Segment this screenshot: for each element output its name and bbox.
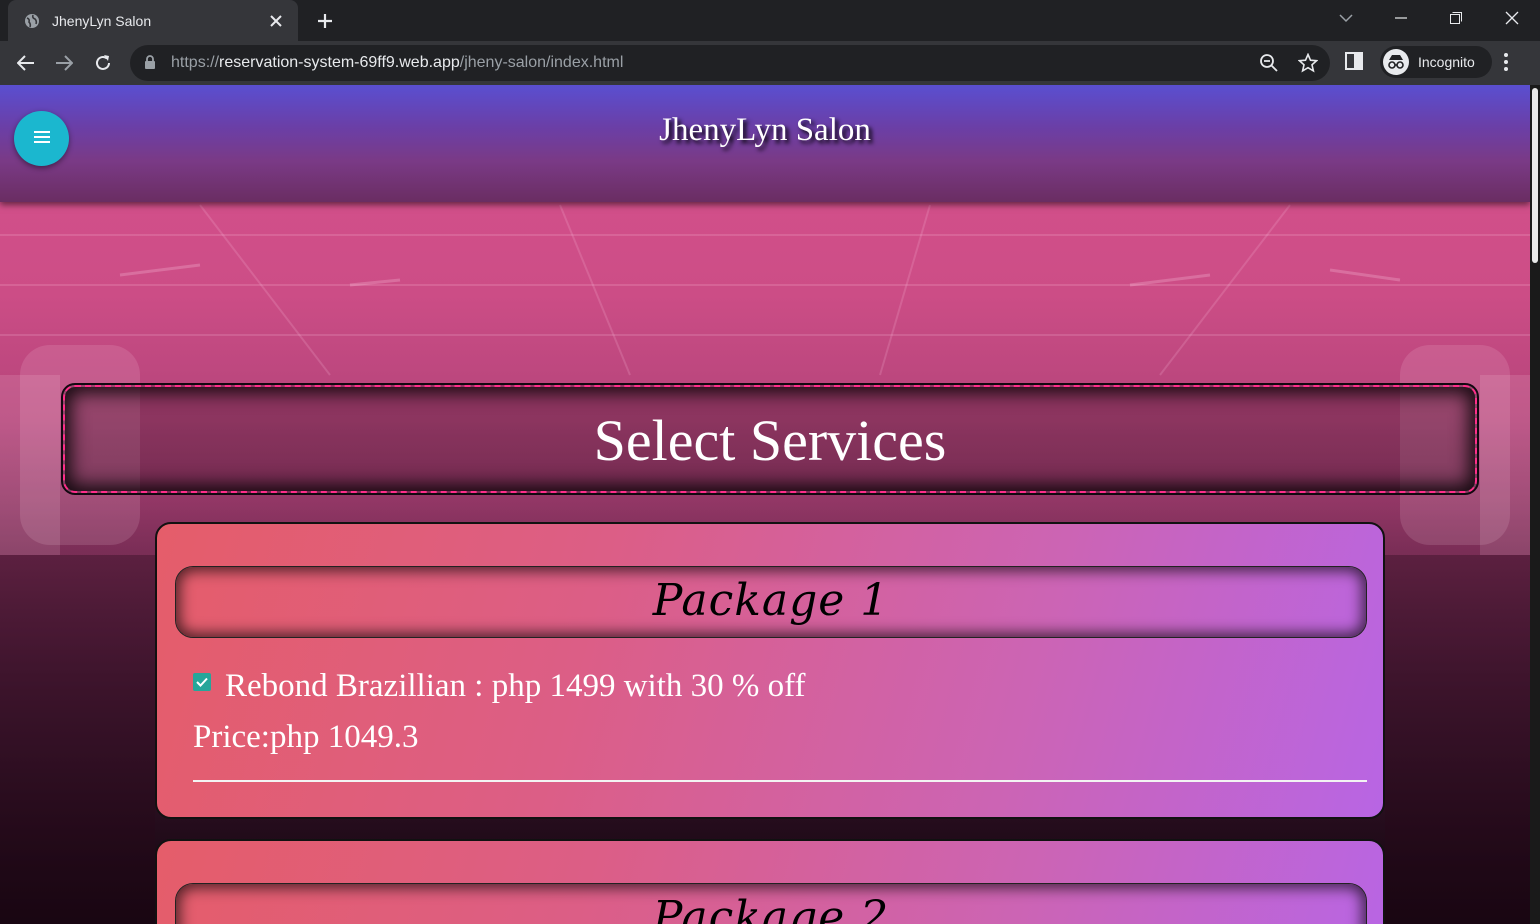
browser-toolbar: https://reservation-system-69ff9.web.app…: [0, 41, 1540, 85]
address-bar[interactable]: https://reservation-system-69ff9.web.app…: [130, 45, 1330, 81]
side-panel-icon[interactable]: [1344, 51, 1364, 76]
zoom-icon[interactable]: [1259, 53, 1279, 78]
plus-icon[interactable]: [312, 8, 338, 34]
window-close-icon[interactable]: [1496, 4, 1528, 32]
minimize-icon[interactable]: [1385, 4, 1417, 32]
divider: [193, 780, 1367, 782]
service-label: Rebond Brazillian : php 1499 with 30 % o…: [225, 668, 806, 704]
package-card-1: Package 1 Rebond Brazillian : php 1499 w…: [155, 522, 1385, 819]
url-scheme: https://: [171, 54, 220, 71]
tab-strip: JhenyLyn Salon: [0, 0, 1540, 41]
page-viewport: JhenyLyn Salon Select Services Package 1…: [0, 85, 1540, 924]
package-title: Package 1: [652, 575, 890, 626]
tab-search-icon[interactable]: [1330, 4, 1362, 32]
package-header: Package 1: [175, 566, 1367, 638]
tab-title: JhenyLyn Salon: [52, 12, 152, 29]
service-option[interactable]: Rebond Brazillian : php 1499 with 30 % o…: [193, 668, 805, 705]
package-card-2: Package 2: [155, 839, 1385, 924]
scrollbar-thumb[interactable]: [1532, 88, 1538, 263]
package-title: Package 2: [652, 892, 890, 924]
package-price: Price:php 1049.3: [193, 719, 419, 755]
globe-icon: [24, 13, 40, 29]
incognito-label: Incognito: [1418, 54, 1475, 70]
site-header: JhenyLyn Salon: [0, 85, 1530, 202]
service-checkbox[interactable]: [193, 672, 211, 691]
incognito-profile-button[interactable]: Incognito: [1380, 46, 1492, 78]
section-title: Select Services: [593, 408, 947, 473]
url-host: reservation-system-69ff9.web.app: [219, 54, 460, 71]
star-icon[interactable]: [1297, 52, 1319, 78]
close-icon[interactable]: [266, 11, 286, 31]
url-path: /jheny-salon/index.html: [459, 54, 624, 71]
page-scrollbar[interactable]: [1530, 85, 1540, 924]
reload-icon[interactable]: [89, 49, 117, 77]
restore-icon[interactable]: [1440, 4, 1472, 32]
package-header: Package 2: [175, 883, 1367, 924]
forward-icon[interactable]: [50, 49, 78, 77]
url-text: https://reservation-system-69ff9.web.app…: [171, 54, 623, 72]
back-icon[interactable]: [12, 49, 40, 77]
lock-icon[interactable]: [144, 55, 156, 74]
incognito-icon: [1383, 49, 1409, 75]
select-services-banner: Select Services: [61, 383, 1479, 495]
site-title: JhenyLyn Salon: [659, 112, 871, 148]
browser-tab[interactable]: JhenyLyn Salon: [8, 0, 298, 41]
kebab-icon[interactable]: [1502, 51, 1510, 78]
